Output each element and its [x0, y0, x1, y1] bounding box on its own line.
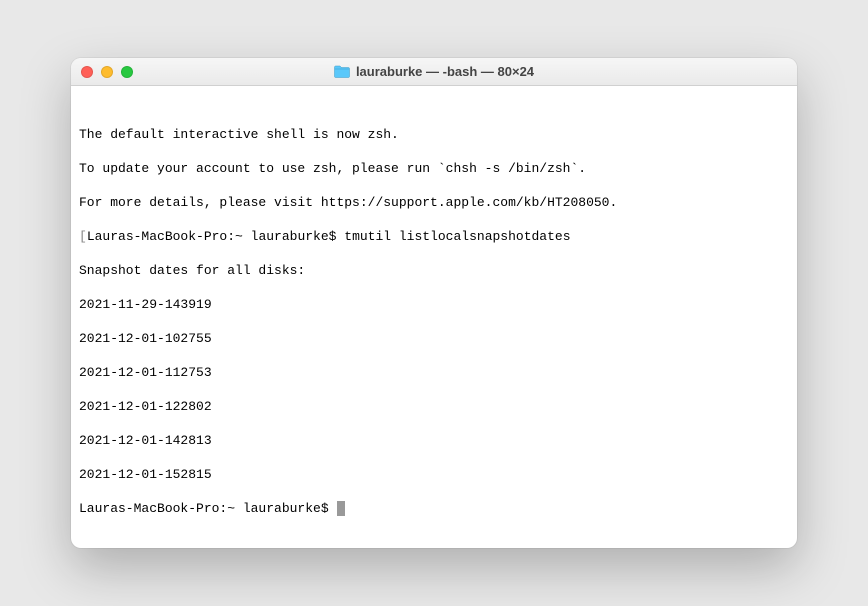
output-header: Snapshot dates for all disks: [79, 262, 789, 279]
snapshot-date: 2021-12-01-112753 [79, 364, 789, 381]
prompt-text: Lauras-MacBook-Pro:~ lauraburke$ [79, 501, 336, 516]
maximize-button[interactable] [121, 66, 133, 78]
current-prompt-line: Lauras-MacBook-Pro:~ lauraburke$ [79, 500, 789, 517]
command-line: [Lauras-MacBook-Pro:~ lauraburke$ tmutil… [79, 228, 789, 245]
terminal-window: lauraburke — -bash — 80×24 The default i… [71, 58, 797, 548]
folder-icon [334, 65, 350, 78]
snapshot-date: 2021-12-01-152815 [79, 466, 789, 483]
terminal-line: The default interactive shell is now zsh… [79, 126, 789, 143]
snapshot-date: 2021-12-01-122802 [79, 398, 789, 415]
snapshot-date: 2021-12-01-102755 [79, 330, 789, 347]
terminal-line: To update your account to use zsh, pleas… [79, 160, 789, 177]
command-text: tmutil listlocalsnapshotdates [344, 229, 570, 244]
snapshot-date: 2021-11-29-143919 [79, 296, 789, 313]
bracket-open: [ [79, 229, 87, 244]
snapshot-date: 2021-12-01-142813 [79, 432, 789, 449]
minimize-button[interactable] [101, 66, 113, 78]
window-title-text: lauraburke — -bash — 80×24 [356, 64, 534, 79]
terminal-line: For more details, please visit https://s… [79, 194, 789, 211]
terminal-body[interactable]: The default interactive shell is now zsh… [71, 86, 797, 548]
traffic-lights [81, 66, 133, 78]
title-bar[interactable]: lauraburke — -bash — 80×24 [71, 58, 797, 86]
window-title-area: lauraburke — -bash — 80×24 [71, 64, 797, 79]
cursor [337, 501, 345, 516]
close-button[interactable] [81, 66, 93, 78]
prompt-text: Lauras-MacBook-Pro:~ lauraburke$ [87, 229, 344, 244]
